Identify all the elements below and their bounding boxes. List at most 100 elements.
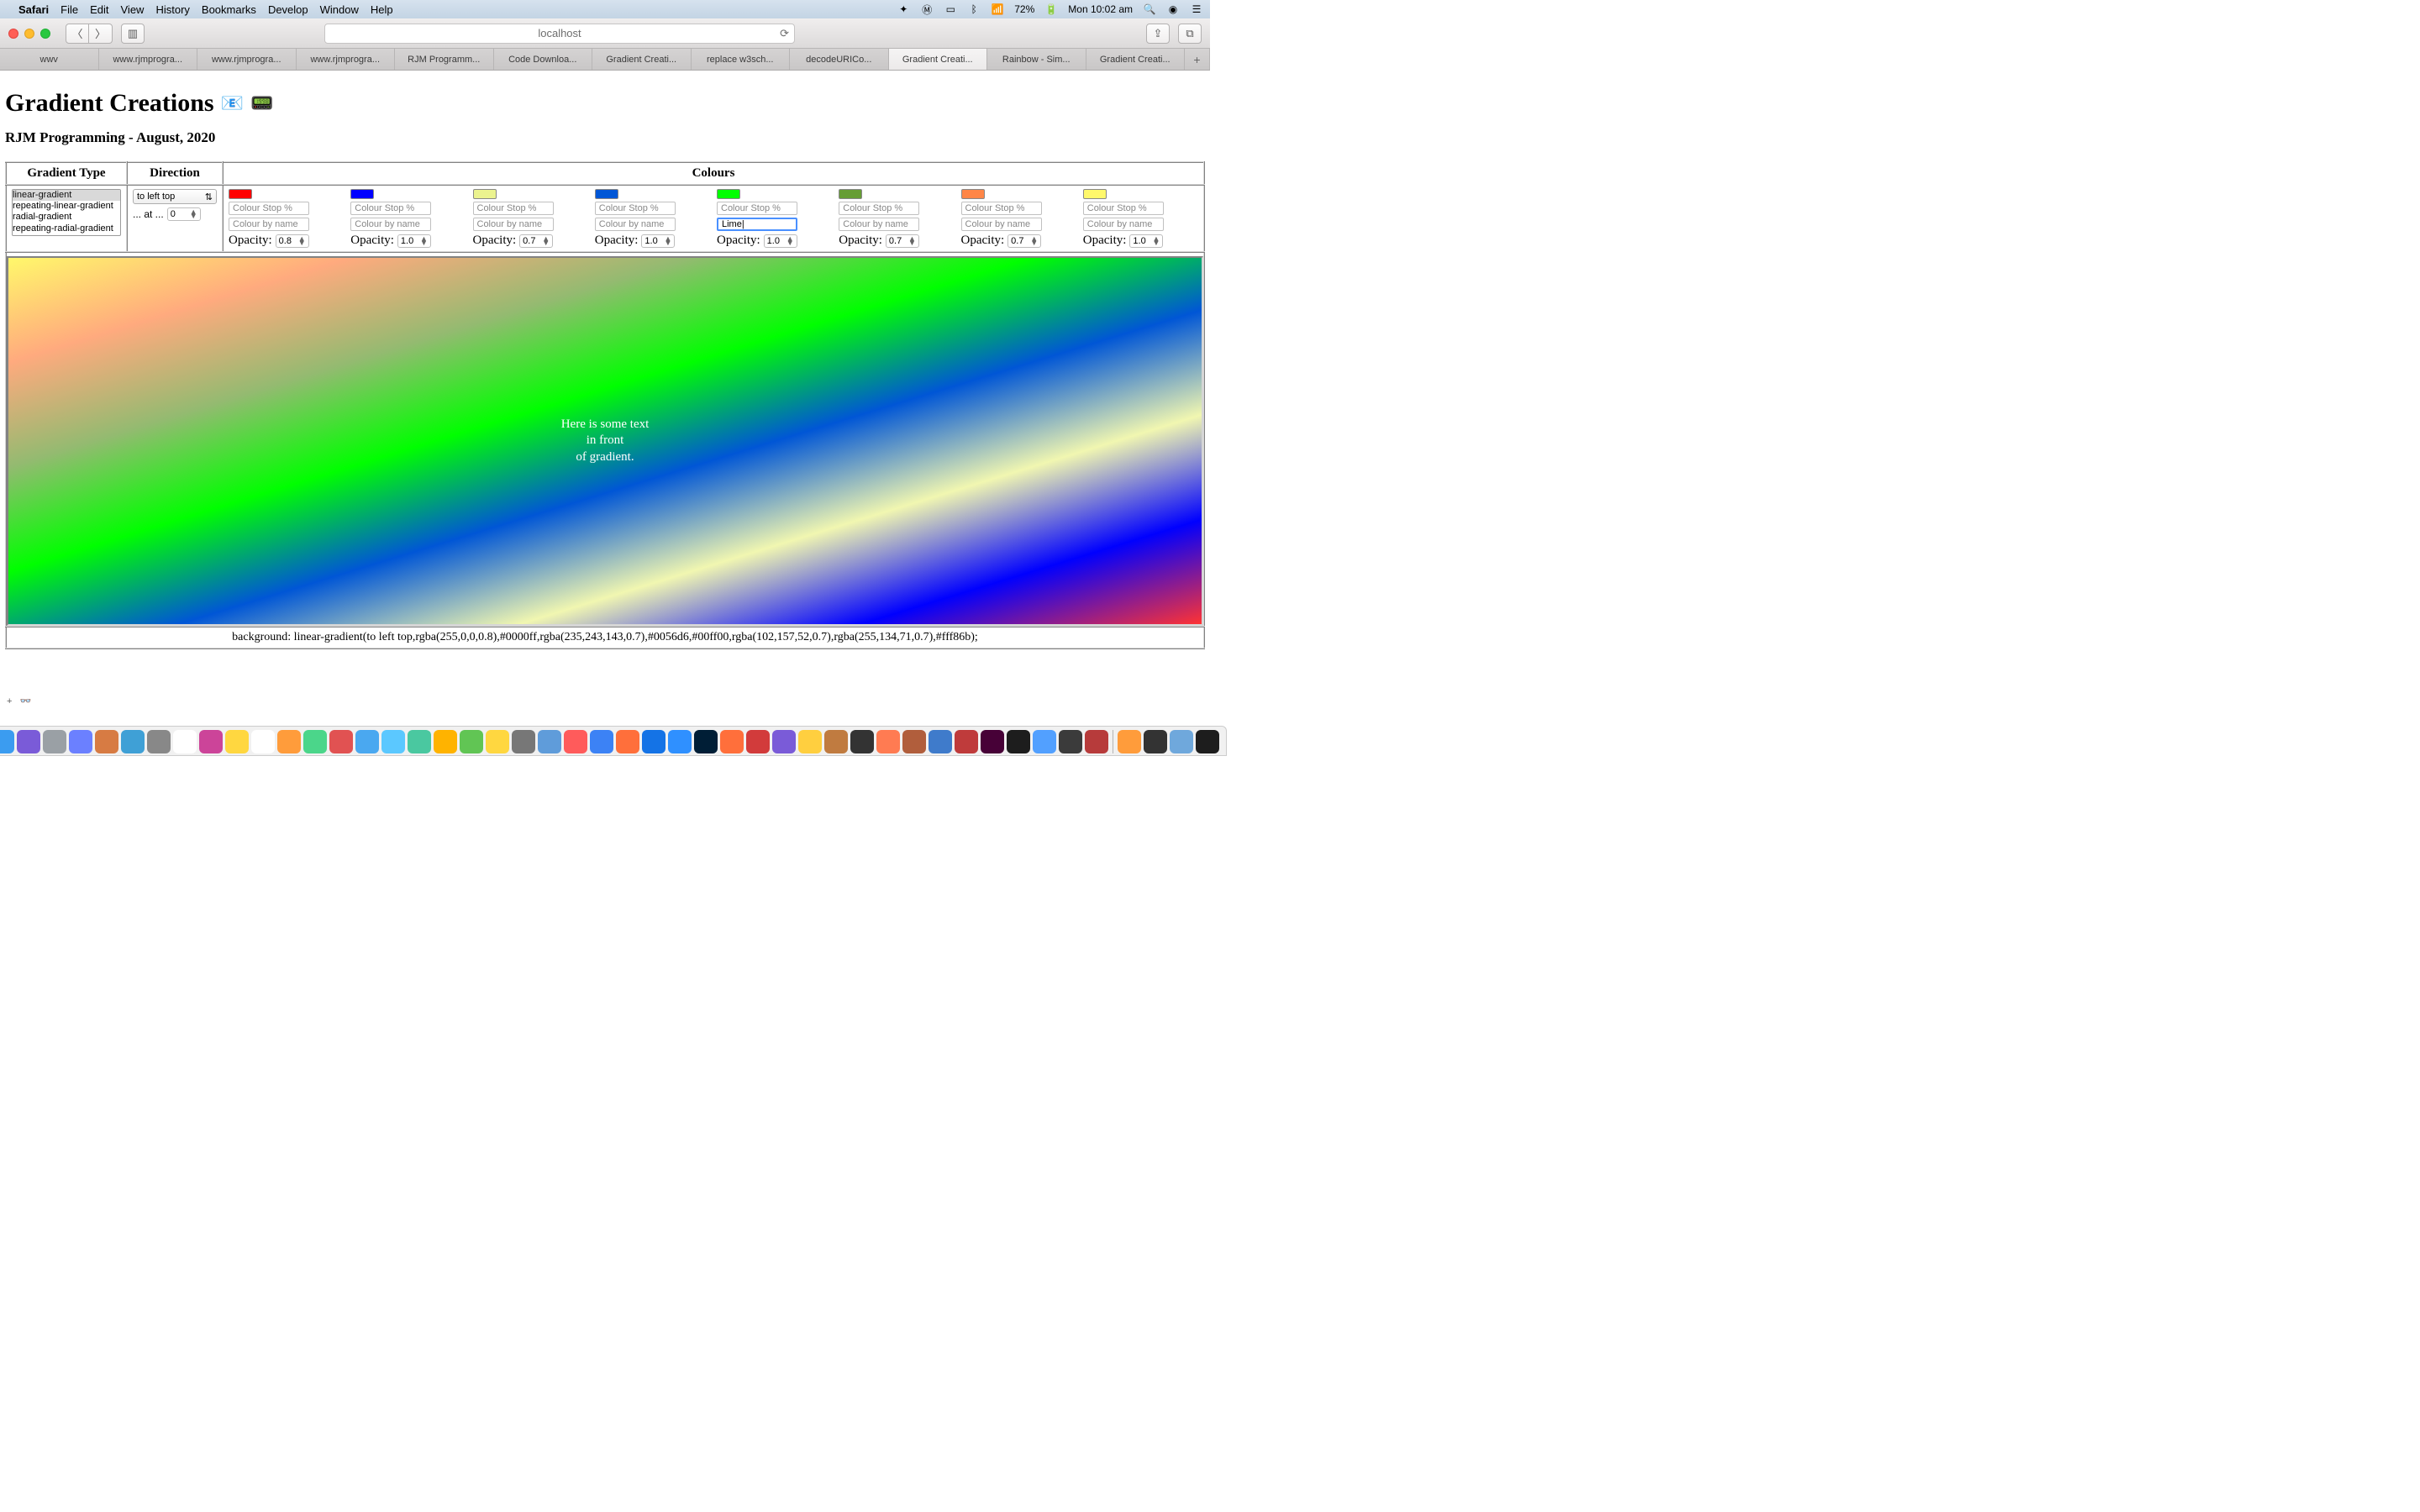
opacity-stepper[interactable]: 0.7▲▼ bbox=[519, 234, 553, 248]
menu-history[interactable]: History bbox=[155, 3, 189, 16]
gradient-type-select[interactable]: linear-gradientrepeating-linear-gradient… bbox=[12, 189, 121, 236]
colour-stop-input[interactable]: Colour Stop % bbox=[595, 202, 676, 215]
back-button[interactable]: 〈 bbox=[66, 24, 89, 44]
browser-tab[interactable]: Gradient Creati... bbox=[889, 49, 988, 70]
maximize-window-button[interactable] bbox=[40, 29, 50, 39]
close-window-button[interactable] bbox=[8, 29, 18, 39]
dock-app[interactable] bbox=[564, 730, 587, 753]
opacity-stepper[interactable]: 1.0▲▼ bbox=[764, 234, 797, 248]
colour-name-input[interactable]: Colour by name bbox=[839, 218, 919, 231]
colour-stop-input[interactable]: Colour Stop % bbox=[839, 202, 919, 215]
status-icon[interactable]: ✦ bbox=[897, 3, 910, 15]
dock-app[interactable] bbox=[850, 730, 874, 753]
minimize-window-button[interactable] bbox=[24, 29, 34, 39]
reading-list-icon[interactable]: 👓 bbox=[20, 696, 32, 706]
colour-stop-input[interactable]: Colour Stop % bbox=[717, 202, 797, 215]
dock-app[interactable] bbox=[590, 730, 613, 753]
at-position-stepper[interactable]: 0 ▲▼ bbox=[167, 207, 201, 221]
battery-icon[interactable]: 🔋 bbox=[1044, 3, 1058, 15]
menu-file[interactable]: File bbox=[60, 3, 78, 16]
dock-app[interactable] bbox=[798, 730, 822, 753]
wifi-icon[interactable]: 📶 bbox=[991, 3, 1004, 15]
dock-app[interactable] bbox=[981, 730, 1004, 753]
browser-tab[interactable]: Rainbow - Sim... bbox=[987, 49, 1086, 70]
dock-app[interactable] bbox=[329, 730, 353, 753]
dock-app[interactable] bbox=[277, 730, 301, 753]
dock-app[interactable] bbox=[251, 730, 275, 753]
sidebar-toggle-button[interactable]: ▥ bbox=[121, 24, 145, 44]
dock-app[interactable] bbox=[434, 730, 457, 753]
device-icon[interactable]: 📟 bbox=[250, 92, 273, 114]
menu-develop[interactable]: Develop bbox=[268, 3, 308, 16]
colour-name-input[interactable]: Colour by name bbox=[229, 218, 309, 231]
dock-app[interactable] bbox=[1118, 730, 1141, 753]
dock-app[interactable] bbox=[43, 730, 66, 753]
dock-app[interactable] bbox=[17, 730, 40, 753]
dock-app[interactable] bbox=[95, 730, 118, 753]
dock-app[interactable] bbox=[460, 730, 483, 753]
dock-app[interactable] bbox=[1007, 730, 1030, 753]
menu-bookmarks[interactable]: Bookmarks bbox=[202, 3, 256, 16]
dock-app[interactable] bbox=[929, 730, 952, 753]
dock-app[interactable] bbox=[303, 730, 327, 753]
siri-icon[interactable]: ◉ bbox=[1166, 3, 1180, 15]
email-icon[interactable]: 📧 bbox=[221, 92, 244, 114]
opacity-stepper[interactable]: 1.0▲▼ bbox=[397, 234, 431, 248]
dock-app[interactable] bbox=[746, 730, 770, 753]
dock-app[interactable] bbox=[824, 730, 848, 753]
colour-swatch[interactable] bbox=[350, 189, 374, 199]
dock-app[interactable] bbox=[486, 730, 509, 753]
dock-app[interactable] bbox=[121, 730, 145, 753]
menu-view[interactable]: View bbox=[121, 3, 145, 16]
dock-app[interactable] bbox=[408, 730, 431, 753]
colour-stop-input[interactable]: Colour Stop % bbox=[1083, 202, 1164, 215]
dock-app[interactable] bbox=[772, 730, 796, 753]
status-icon[interactable]: Ⓜ bbox=[920, 3, 934, 17]
dock-app[interactable] bbox=[147, 730, 171, 753]
dock-app[interactable] bbox=[538, 730, 561, 753]
dock-app[interactable] bbox=[1085, 730, 1108, 753]
menu-edit[interactable]: Edit bbox=[90, 3, 108, 16]
dock-app[interactable] bbox=[955, 730, 978, 753]
address-bar[interactable]: localhost ⟳ bbox=[324, 24, 795, 44]
bluetooth-icon[interactable]: ᛒ bbox=[967, 3, 981, 15]
colour-swatch[interactable] bbox=[961, 189, 985, 199]
colour-swatch[interactable] bbox=[595, 189, 618, 199]
dock-app[interactable] bbox=[1059, 730, 1082, 753]
dock-app[interactable] bbox=[1196, 730, 1219, 753]
display-icon[interactable]: ▭ bbox=[944, 3, 957, 15]
notifications-icon[interactable]: ☰ bbox=[1190, 3, 1203, 15]
dock-app[interactable] bbox=[199, 730, 223, 753]
menu-window[interactable]: Window bbox=[320, 3, 359, 16]
colour-name-input[interactable]: Lime| bbox=[717, 218, 797, 231]
colour-name-input[interactable]: Colour by name bbox=[961, 218, 1042, 231]
dock-app[interactable] bbox=[694, 730, 718, 753]
browser-tab[interactable]: decodeURICo... bbox=[790, 49, 889, 70]
dock-app[interactable] bbox=[1033, 730, 1056, 753]
opacity-stepper[interactable]: 1.0▲▼ bbox=[641, 234, 675, 248]
new-tab-button[interactable]: + bbox=[1185, 49, 1210, 70]
opacity-stepper[interactable]: 0.8▲▼ bbox=[276, 234, 309, 248]
dock-app[interactable] bbox=[512, 730, 535, 753]
colour-swatch[interactable] bbox=[1083, 189, 1107, 199]
browser-tab[interactable]: Gradient Creati... bbox=[592, 49, 692, 70]
dock-app[interactable] bbox=[720, 730, 744, 753]
colour-swatch[interactable] bbox=[229, 189, 252, 199]
browser-tab[interactable]: www.rjmprogra... bbox=[197, 49, 297, 70]
forward-button[interactable]: 〉 bbox=[89, 24, 113, 44]
clock[interactable]: Mon 10:02 am bbox=[1068, 3, 1133, 15]
colour-name-input[interactable]: Colour by name bbox=[473, 218, 554, 231]
browser-tab[interactable]: wwv bbox=[0, 49, 99, 70]
browser-tab[interactable]: Gradient Creati... bbox=[1086, 49, 1186, 70]
spotlight-icon[interactable]: 🔍 bbox=[1143, 3, 1156, 15]
browser-tab[interactable]: www.rjmprogra... bbox=[297, 49, 396, 70]
add-bookmark-icon[interactable]: + bbox=[7, 696, 12, 706]
opacity-stepper[interactable]: 0.7▲▼ bbox=[886, 234, 919, 248]
dock-app[interactable] bbox=[1144, 730, 1167, 753]
tabs-button[interactable]: ⧉ bbox=[1178, 24, 1202, 44]
dock-app[interactable] bbox=[69, 730, 92, 753]
dock-app[interactable] bbox=[381, 730, 405, 753]
opacity-stepper[interactable]: 0.7▲▼ bbox=[1007, 234, 1041, 248]
colour-stop-input[interactable]: Colour Stop % bbox=[229, 202, 309, 215]
direction-select[interactable]: to left top ⇅ bbox=[133, 189, 217, 204]
